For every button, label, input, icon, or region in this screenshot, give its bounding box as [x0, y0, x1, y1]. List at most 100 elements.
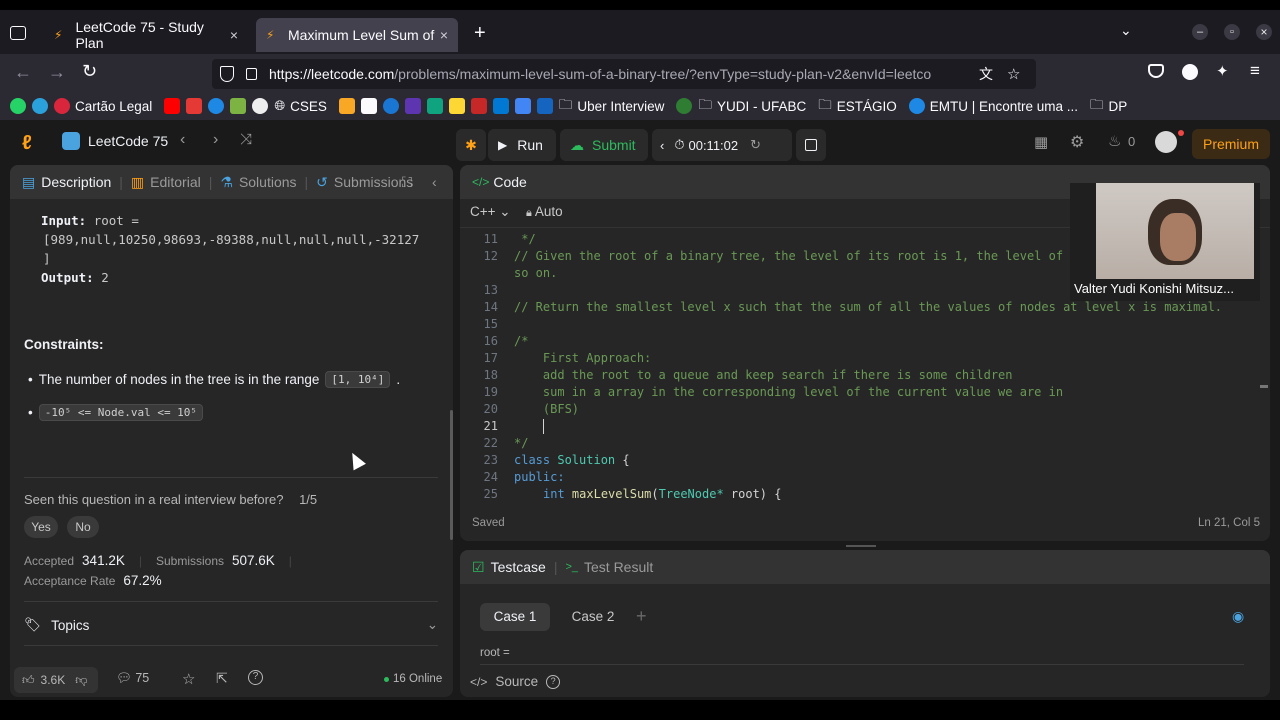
whatsapp-icon[interactable]	[10, 98, 26, 114]
description-panel: ▤ Description | ▥ Editorial | ⚗ Solution…	[10, 165, 453, 697]
maximize-button[interactable]: ▫	[1224, 24, 1240, 40]
editor-scrollbar[interactable]	[1260, 385, 1268, 388]
debug-button[interactable]: ✱	[456, 129, 486, 161]
language-select[interactable]: C++ ⌄	[470, 204, 511, 220]
bookmark-icon[interactable]	[208, 98, 225, 114]
reload-icon[interactable]: ↻	[82, 61, 97, 82]
bookmark-icon[interactable]	[186, 98, 203, 114]
bookmark-uber-interview[interactable]: 🗀︎ Uber Interview	[559, 95, 665, 118]
back-arrow-icon[interactable]: ←	[14, 62, 32, 83]
minimize-button[interactable]: –	[1192, 24, 1208, 40]
close-tab-icon[interactable]: ×	[230, 27, 238, 43]
resize-handle[interactable]	[846, 545, 876, 547]
leetcode-logo-icon[interactable]: ℓ	[22, 132, 32, 155]
tab-description[interactable]: ▤ Description	[22, 174, 111, 191]
shield-icon[interactable]	[220, 66, 234, 82]
bookmark-icon[interactable]	[426, 98, 443, 114]
bookmark-estagio[interactable]: 🗀︎ ESTÁGIO	[818, 95, 897, 118]
source-row[interactable]: </> Source ?	[470, 674, 561, 689]
cartao-icon	[54, 98, 70, 114]
bookmark-icon[interactable]	[338, 98, 355, 114]
browser-tab-problem[interactable]: ⚡ Maximum Level Sum of a ×	[256, 18, 458, 52]
comments-button[interactable]: 💬︎ 75	[116, 671, 149, 686]
premium-button[interactable]: Premium	[1192, 129, 1270, 159]
bookmark-icon[interactable]	[252, 98, 269, 114]
address-bar[interactable]: https://leetcode.com/problems/maximum-le…	[212, 59, 1036, 89]
expand-icon[interactable]: ⛶	[402, 174, 412, 191]
emtu-icon	[908, 98, 925, 114]
timer-box[interactable]: ‹ ⏱ 00:11:02 ↻	[652, 129, 792, 161]
outlook-icon[interactable]	[492, 98, 509, 114]
thumbs-down-icon[interactable]: 👎︎	[75, 673, 87, 688]
yes-button[interactable]: Yes	[24, 516, 58, 538]
bookmark-icon[interactable]	[230, 98, 247, 114]
bookmark-emtu[interactable]: EMTU | Encontre uma ...	[908, 98, 1078, 114]
bookmark-yudi-ufabc[interactable]: 🗀︎ YUDI - UFABC	[698, 95, 806, 118]
bookmark-star-icon[interactable]: ☆	[1007, 65, 1020, 83]
constraint-item: • -10⁵ <= Node.val <= 10⁵	[28, 404, 204, 421]
tab-submissions[interactable]: ↺ Submissions	[316, 174, 413, 191]
favorite-star-icon[interactable]: ☆	[182, 670, 195, 688]
bug-icon: ✱	[465, 136, 477, 153]
layout-icon[interactable]: ▦	[1034, 133, 1048, 151]
browser-tab-leetcode75[interactable]: ⚡ LeetCode 75 - Study Plan ×	[44, 18, 248, 52]
bookmark-icon[interactable]	[536, 98, 553, 114]
bookmark-icon[interactable]	[470, 98, 487, 114]
thumbs-up-icon[interactable]: 👍︎	[22, 673, 35, 688]
case-1-tab[interactable]: Case 1	[480, 603, 550, 631]
eye-icon[interactable]: ◉	[1232, 608, 1244, 625]
settings-gear-icon[interactable]: ⚙	[1070, 132, 1084, 152]
new-tab-button[interactable]: +	[474, 22, 486, 45]
run-button[interactable]: ▶ Run	[488, 129, 556, 161]
translate-bookmark-icon[interactable]	[514, 98, 531, 114]
lock-icon[interactable]	[246, 68, 257, 80]
prev-problem-icon[interactable]: ‹	[180, 131, 185, 149]
no-button[interactable]: No	[67, 516, 99, 538]
streak-fire-icon[interactable]: ♨	[1108, 132, 1121, 150]
youtube-icon[interactable]	[164, 98, 181, 114]
add-case-button[interactable]: +	[636, 606, 647, 627]
cloud-upload-icon: ☁	[570, 136, 584, 153]
bookmark-icon[interactable]	[382, 98, 399, 114]
telegram-icon[interactable]	[32, 98, 48, 114]
reset-timer-icon[interactable]: ↻	[750, 137, 761, 153]
shuffle-icon[interactable]: ⤨	[240, 131, 252, 148]
menu-icon[interactable]: ≡	[1250, 61, 1260, 81]
close-window-button[interactable]: ×	[1256, 24, 1272, 40]
bookmark-cartao-legal[interactable]: Cartão Legal	[54, 98, 152, 114]
account-icon[interactable]	[1182, 64, 1198, 80]
case-2-tab[interactable]: Case 2	[560, 603, 626, 631]
share-icon[interactable]: ⇱	[216, 670, 228, 687]
topics-row[interactable]: 🏷︎ Topics ⌄	[24, 617, 438, 633]
close-tab-icon[interactable]: ×	[440, 27, 448, 43]
notes-button[interactable]	[796, 129, 826, 161]
forward-arrow-icon[interactable]: →	[48, 62, 66, 83]
help-icon[interactable]: ?	[248, 670, 263, 685]
problem-list-title[interactable]: LeetCode 75	[88, 133, 168, 149]
submit-button[interactable]: ☁ Submit	[560, 129, 648, 161]
bookmark-icon[interactable]	[360, 98, 377, 114]
bookmark-icon[interactable]	[448, 98, 465, 114]
tag-icon: 🏷︎	[24, 617, 42, 632]
extensions-icon[interactable]: ✦	[1216, 62, 1229, 80]
pocket-icon[interactable]	[1148, 64, 1164, 78]
tab-overflow-chevron-icon[interactable]: ⌄	[1120, 22, 1132, 39]
webcam-caption: Valter Yudi Konishi Mitsuz...	[1074, 281, 1234, 296]
tab-testcase[interactable]: ☑ Testcase	[472, 559, 546, 576]
next-problem-icon[interactable]: ›	[213, 131, 218, 149]
auto-toggle[interactable]: 🔒︎ Auto	[526, 204, 563, 220]
translate-icon[interactable]: 文	[979, 64, 993, 84]
tab-test-result[interactable]: >_ Test Result	[565, 559, 653, 575]
tab-list-icon[interactable]	[10, 26, 26, 40]
avatar[interactable]	[1155, 131, 1177, 153]
online-count: 16 Online	[384, 673, 442, 685]
bookmark-cses[interactable]: 🌐︎ CSES	[274, 98, 327, 114]
help-icon: ?	[546, 674, 561, 689]
bookmark-icon[interactable]	[676, 98, 693, 114]
tab-editorial[interactable]: ▥ Editorial	[131, 174, 201, 191]
collapse-panel-icon[interactable]: ‹	[432, 174, 437, 190]
bookmark-icon[interactable]	[404, 98, 421, 114]
tab-solutions[interactable]: ⚗ Solutions	[220, 174, 296, 191]
bookmark-dp[interactable]: 🗀︎ DP	[1090, 95, 1127, 118]
left-scrollbar[interactable]	[450, 410, 453, 540]
